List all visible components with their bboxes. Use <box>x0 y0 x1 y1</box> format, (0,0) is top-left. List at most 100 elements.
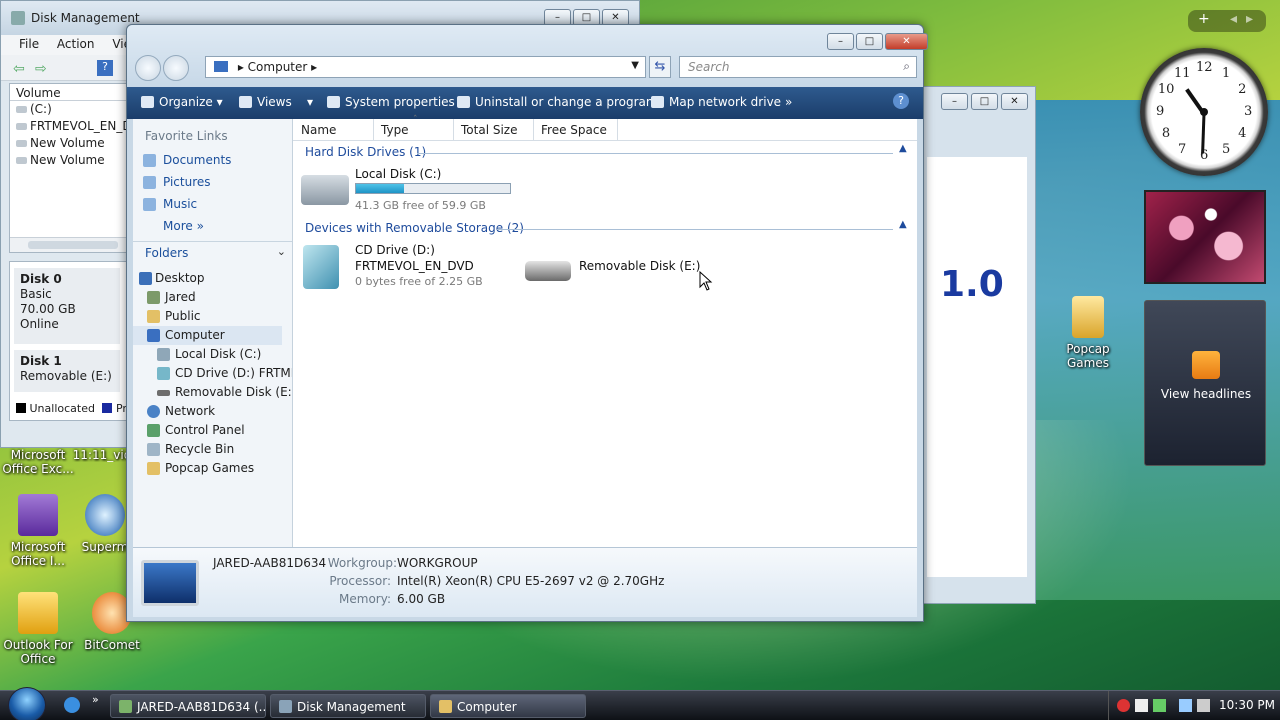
chevron-down-icon[interactable]: ▼ <box>631 60 639 71</box>
volume-row[interactable]: New Volume <box>10 152 130 169</box>
tree-recycle-bin[interactable]: Recycle Bin <box>133 440 292 459</box>
forward-arrow-icon[interactable]: ⇨ <box>35 61 47 77</box>
folders-header[interactable]: Folders ⌄ <box>133 241 292 263</box>
clock-gadget[interactable]: 12 1 2 3 4 5 6 7 8 9 10 11 <box>1140 48 1268 176</box>
horizontal-scrollbar[interactable] <box>10 237 130 252</box>
taskbar-button-computer[interactable]: Computer <box>430 694 586 718</box>
column-divider[interactable] <box>453 119 454 141</box>
group-removable-storage[interactable]: Devices with Removable Storage (2) <box>305 221 524 235</box>
security-alert-icon[interactable] <box>1117 699 1130 712</box>
desktop-icon-excel-partial[interactable]: Microsoft Office Exc... <box>0 448 76 476</box>
disk1-info[interactable]: Disk 1 Removable (E:) <box>14 350 120 392</box>
refresh-button[interactable]: ⇆ <box>649 56 671 78</box>
tree-desktop[interactable]: Desktop <box>133 269 292 288</box>
group-hard-disk-drives[interactable]: Hard Disk Drives (1) <box>305 145 426 159</box>
close-button[interactable]: ✕ <box>885 33 928 50</box>
local-disk-c-name[interactable]: Local Disk (C:) <box>355 167 441 181</box>
tree-computer[interactable]: Computer <box>133 326 282 345</box>
column-name[interactable]: Name <box>301 123 336 137</box>
help-icon[interactable]: ? <box>97 60 113 76</box>
tree-control-panel[interactable]: Control Panel <box>133 421 292 440</box>
column-divider[interactable] <box>373 119 374 141</box>
minimize-button[interactable]: – <box>941 93 968 110</box>
more-commands-chevron-icon[interactable]: » <box>785 95 792 109</box>
volume-row[interactable]: (C:) <box>10 101 130 118</box>
explorer-window[interactable]: – □ ✕ ▸ Computer ▸ ▼ ⇆ Search ⌕ Organize… <box>126 24 928 622</box>
hard-drive-icon[interactable] <box>301 175 349 205</box>
tree-removable-disk-e[interactable]: Removable Disk (E:) <box>133 383 292 402</box>
address-bar[interactable]: ▸ Computer ▸ ▼ <box>205 56 646 78</box>
maximize-button[interactable]: □ <box>971 93 998 110</box>
column-total-size[interactable]: Total Size <box>461 123 517 137</box>
disk0-size: 70.00 GB <box>20 302 76 316</box>
tree-cd-drive-d[interactable]: CD Drive (D:) FRTMEV <box>133 364 292 383</box>
disk0-info[interactable]: Disk 0 Basic 70.00 GB Online <box>14 268 120 344</box>
column-divider[interactable] <box>533 119 534 141</box>
back-arrow-icon[interactable]: ⇦ <box>13 61 25 77</box>
volume-muted-icon[interactable] <box>1197 699 1210 712</box>
favorite-documents[interactable]: Documents <box>133 149 292 171</box>
explorer-titlebar[interactable]: – □ ✕ ▸ Computer ▸ ▼ ⇆ Search ⌕ <box>127 25 928 95</box>
desktop-icon-popcap[interactable]: Popcap Games <box>1050 296 1126 370</box>
desktop-icon-video-partial[interactable]: 11:11_vid <box>72 448 132 462</box>
tree-jared[interactable]: Jared <box>133 288 292 307</box>
system-properties-button[interactable]: System properties <box>327 95 455 109</box>
menu-action[interactable]: Action <box>57 37 95 51</box>
internet-explorer-icon[interactable] <box>64 697 80 713</box>
tray-icon[interactable] <box>1135 699 1148 712</box>
taskbar-button-jared[interactable]: JARED-AAB81D634 (... <box>110 694 266 718</box>
help-icon[interactable]: ? <box>893 93 909 109</box>
start-button[interactable] <box>8 687 46 720</box>
add-gadget-button[interactable]: + <box>1198 11 1210 27</box>
address-text[interactable]: Computer <box>248 60 308 74</box>
collapse-chevron-icon[interactable]: ▲ <box>899 219 907 230</box>
maximize-button[interactable]: □ <box>856 33 883 50</box>
tree-network[interactable]: Network <box>133 402 292 421</box>
desktop-icon-infopath[interactable]: Microsoft Office I... <box>0 494 76 568</box>
favorite-music[interactable]: Music <box>133 193 292 215</box>
uninstall-program-button[interactable]: Uninstall or change a program <box>457 95 658 109</box>
cd-drive-icon[interactable] <box>303 245 339 289</box>
network-status-icon[interactable] <box>1179 699 1192 712</box>
column-divider[interactable] <box>617 119 618 141</box>
back-button[interactable] <box>135 55 161 81</box>
volume-row[interactable]: FRTMEVOL_EN_D... <box>10 118 130 135</box>
volume-row[interactable]: New Volume <box>10 135 130 152</box>
search-input[interactable]: Search ⌕ <box>679 56 917 78</box>
minimize-button[interactable]: – <box>827 33 854 50</box>
taskbar-button-disk-management[interactable]: Disk Management <box>270 694 426 718</box>
organize-button[interactable]: Organize ▾ <box>141 95 223 109</box>
slideshow-gadget[interactable] <box>1144 190 1266 284</box>
removable-disk-e-name[interactable]: Removable Disk (E:) <box>579 259 700 273</box>
background-window[interactable]: – □ ✕ <box>920 86 1036 604</box>
tree-local-disk-c[interactable]: Local Disk (C:) <box>133 345 292 364</box>
quick-launch-chevron-icon[interactable]: » <box>92 693 99 706</box>
favorite-pictures[interactable]: Pictures <box>133 171 292 193</box>
view-headlines-link[interactable]: View headlines <box>1145 387 1267 401</box>
removable-disk-icon[interactable] <box>525 261 571 281</box>
views-button[interactable]: Views ▾ <box>239 95 313 109</box>
column-free-space[interactable]: Free Space <box>541 123 607 137</box>
map-network-drive-button[interactable]: Map network drive <box>651 95 781 109</box>
scrollbar-thumb[interactable] <box>28 241 118 249</box>
forward-button[interactable] <box>163 55 189 81</box>
favorite-more[interactable]: More » <box>133 215 292 237</box>
previous-icon[interactable]: ◂ <box>1230 11 1237 27</box>
disk-management-icon <box>279 700 292 713</box>
tree-public[interactable]: Public <box>133 307 292 326</box>
column-type[interactable]: Type <box>381 123 409 137</box>
clock-time[interactable]: 10:30 PM <box>1219 698 1275 712</box>
tree-popcap-games[interactable]: Popcap Games <box>133 459 292 478</box>
chevron-down-icon[interactable]: ⌄ <box>277 245 286 258</box>
desktop-icon-superm[interactable]: Superm <box>80 494 130 554</box>
feed-headlines-gadget[interactable]: View headlines <box>1144 300 1266 466</box>
tray-icon[interactable] <box>1153 699 1166 712</box>
column-volume[interactable]: Volume <box>10 84 130 101</box>
collapse-chevron-icon[interactable]: ▲ <box>899 143 907 154</box>
next-icon[interactable]: ▸ <box>1246 11 1253 27</box>
close-button[interactable]: ✕ <box>1001 93 1028 110</box>
desktop-icon-outlook[interactable]: Outlook For Office <box>0 592 76 666</box>
cd-drive-d-name[interactable]: CD Drive (D:) <box>355 243 435 257</box>
menu-file[interactable]: File <box>19 37 39 51</box>
views-icon <box>239 96 252 108</box>
